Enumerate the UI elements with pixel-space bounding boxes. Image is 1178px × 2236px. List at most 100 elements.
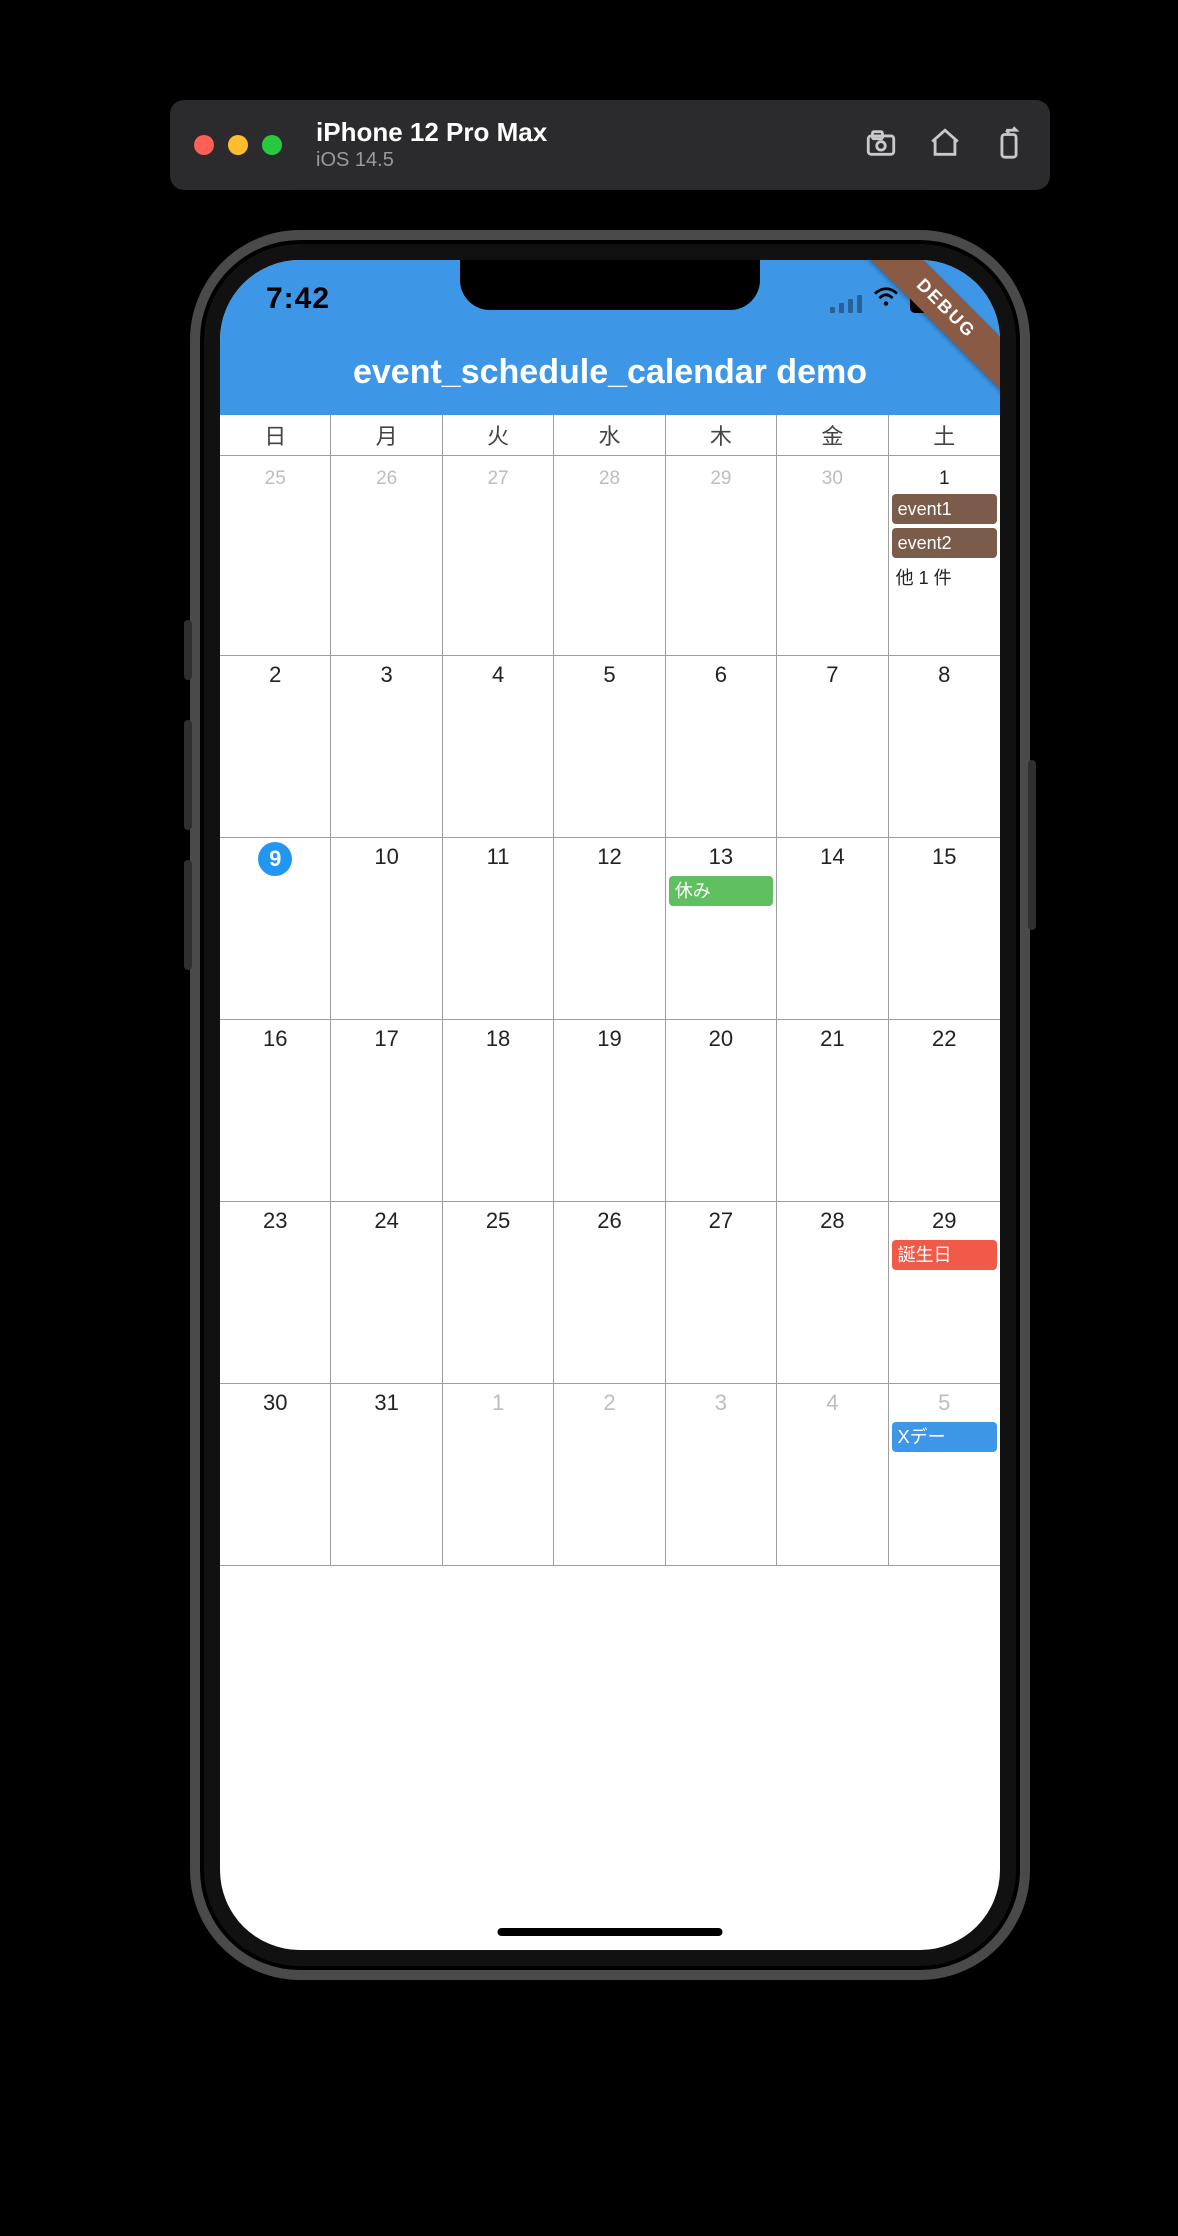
calendar-day[interactable]: 4 <box>443 656 554 838</box>
calendar-day[interactable]: 29 誕生日 <box>889 1202 1000 1384</box>
calendar-day[interactable]: 30 <box>220 1384 331 1566</box>
calendar-day[interactable]: 27 <box>443 456 554 656</box>
calendar-day[interactable]: 5 <box>554 656 665 838</box>
window-zoom-icon[interactable] <box>262 135 282 155</box>
calendar-day[interactable]: 1event1event2他 1 件 <box>889 456 1000 656</box>
calendar-day[interactable]: 12 <box>554 838 665 1020</box>
day-number: 12 <box>557 842 661 872</box>
day-number: 5 <box>557 660 661 690</box>
calendar-day[interactable]: 2 <box>554 1384 665 1566</box>
day-number: 26 <box>557 1206 661 1236</box>
calendar-day[interactable]: 28 <box>554 456 665 656</box>
day-number: 4 <box>446 660 550 690</box>
phone-side-button <box>1028 760 1036 930</box>
day-number: 11 <box>446 842 550 872</box>
page-title: event_schedule_calendar demo <box>353 353 867 392</box>
day-number: 6 <box>669 660 773 690</box>
day-number: 15 <box>892 842 997 872</box>
day-number: 30 <box>223 1388 327 1418</box>
calendar-day[interactable]: 19 <box>554 1020 665 1202</box>
phone-side-button <box>184 720 192 830</box>
day-number: 25 <box>446 1206 550 1236</box>
calendar-day[interactable]: 25 <box>220 456 331 656</box>
calendar-day[interactable]: 21 <box>777 1020 888 1202</box>
day-number: 19 <box>557 1024 661 1054</box>
day-number: 25 <box>223 464 327 490</box>
day-number: 31 <box>334 1388 438 1418</box>
calendar-day[interactable]: 8 <box>889 656 1000 838</box>
day-number: 18 <box>446 1024 550 1054</box>
calendar-day[interactable]: 24 <box>331 1202 442 1384</box>
calendar-week: 2526272829301event1event2他 1 件 <box>220 456 1000 656</box>
screenshot-icon[interactable] <box>864 126 898 165</box>
dow-label: 火 <box>443 415 554 455</box>
calendar-day[interactable]: 28 <box>777 1202 888 1384</box>
dow-label: 月 <box>331 415 442 455</box>
phone-side-button <box>184 620 192 680</box>
calendar-day[interactable]: 18 <box>443 1020 554 1202</box>
day-number: 16 <box>223 1024 327 1054</box>
calendar-day[interactable]: 30 <box>777 456 888 656</box>
calendar-day[interactable]: 7 <box>777 656 888 838</box>
day-number: 13 <box>669 842 773 872</box>
home-indicator[interactable] <box>498 1928 723 1936</box>
phone-notch <box>460 260 760 310</box>
day-number: 14 <box>780 842 884 872</box>
calendar-day[interactable]: 1 <box>443 1384 554 1566</box>
calendar-day[interactable]: 11 <box>443 838 554 1020</box>
calendar-day[interactable]: 9 <box>220 838 331 1020</box>
calendar-week: 23242526272829 誕生日 <box>220 1202 1000 1384</box>
day-number: 3 <box>669 1388 773 1418</box>
day-number: 28 <box>557 464 661 490</box>
simulator-titlebar: iPhone 12 Pro Max iOS 14.5 <box>170 100 1050 190</box>
window-close-icon[interactable] <box>194 135 214 155</box>
calendar-day[interactable]: 13 休み <box>666 838 777 1020</box>
calendar-day[interactable]: 10 <box>331 838 442 1020</box>
day-number: 2 <box>223 660 327 690</box>
battery-icon <box>910 291 954 313</box>
calendar-day[interactable]: 17 <box>331 1020 442 1202</box>
calendar-day[interactable]: 6 <box>666 656 777 838</box>
calendar-day[interactable]: 22 <box>889 1020 1000 1202</box>
calendar-day[interactable]: 16 <box>220 1020 331 1202</box>
phone-side-button <box>184 860 192 970</box>
day-number: 29 <box>892 1206 997 1236</box>
device-os: iOS 14.5 <box>316 149 547 172</box>
rotate-device-icon[interactable] <box>992 126 1026 165</box>
calendar-day[interactable]: 26 <box>554 1202 665 1384</box>
day-number: 3 <box>334 660 438 690</box>
calendar-day[interactable]: 15 <box>889 838 1000 1020</box>
calendar-event[interactable]: event2 <box>892 528 997 558</box>
calendar-week: 1617 1819202122 <box>220 1020 1000 1202</box>
home-icon[interactable] <box>928 126 962 165</box>
calendar-day[interactable]: 25 <box>443 1202 554 1384</box>
calendar-day[interactable]: 29 <box>666 456 777 656</box>
day-number: 27 <box>446 464 550 490</box>
device-name: iPhone 12 Pro Max <box>316 118 547 147</box>
calendar-week: 9101112 13 休み14 15 <box>220 838 1000 1020</box>
calendar-day[interactable]: 3 <box>331 656 442 838</box>
day-number: 17 <box>334 1024 438 1054</box>
app-bar: event_schedule_calendar demo <box>220 330 1000 415</box>
calendar-day[interactable]: 20 <box>666 1020 777 1202</box>
status-time: 7:42 <box>266 282 330 316</box>
phone-frame: DEBUG 7:42 event_schedule_calendar demo … <box>190 230 1030 1980</box>
calendar-more-label[interactable]: 他 1 件 <box>892 564 997 590</box>
simulator-device-info: iPhone 12 Pro Max iOS 14.5 <box>316 118 547 172</box>
calendar-day[interactable]: 27 <box>666 1202 777 1384</box>
calendar-day[interactable]: 5Xデー <box>889 1384 1000 1566</box>
day-number: 8 <box>892 660 997 690</box>
cellular-icon <box>830 295 862 313</box>
calendar-event[interactable]: 誕生日 <box>892 1240 997 1270</box>
calendar-event[interactable]: 休み <box>669 876 773 906</box>
calendar-event[interactable]: event1 <box>892 494 997 524</box>
calendar-day[interactable]: 31 <box>331 1384 442 1566</box>
calendar-day[interactable]: 4 <box>777 1384 888 1566</box>
window-minimize-icon[interactable] <box>228 135 248 155</box>
calendar-day[interactable]: 26 <box>331 456 442 656</box>
calendar-day[interactable]: 14 <box>777 838 888 1020</box>
calendar-day[interactable]: 2 <box>220 656 331 838</box>
calendar-day[interactable]: 23 <box>220 1202 331 1384</box>
calendar-event[interactable]: Xデー <box>892 1422 997 1452</box>
calendar-day[interactable]: 3 <box>666 1384 777 1566</box>
